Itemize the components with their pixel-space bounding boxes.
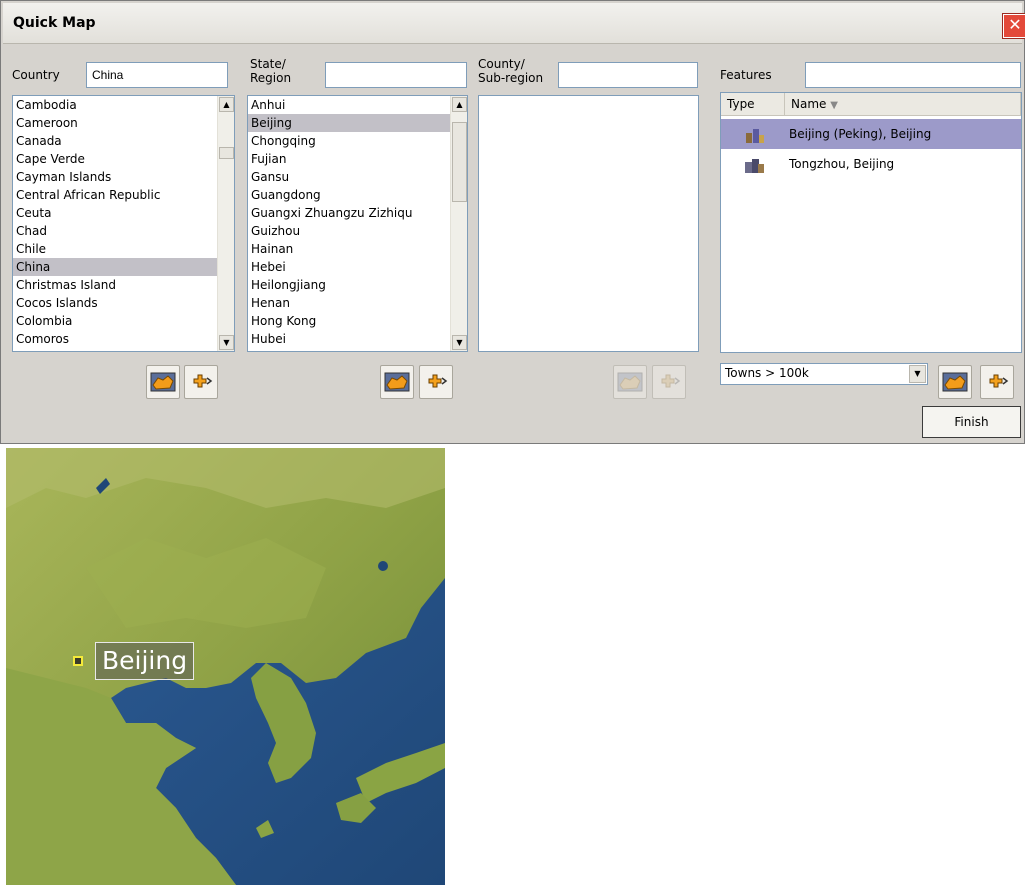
sort-desc-icon: ▼ bbox=[830, 100, 838, 111]
list-item[interactable]: Central African Republic bbox=[13, 186, 234, 204]
state-label: State/ Region bbox=[250, 57, 292, 85]
list-item[interactable]: Gansu bbox=[248, 168, 467, 186]
feature-row[interactable]: Beijing (Peking), Beijing bbox=[721, 119, 1021, 149]
map-icon bbox=[384, 372, 410, 392]
list-item[interactable]: Guangdong bbox=[248, 186, 467, 204]
country-scrollbar[interactable]: ▲ ▼ bbox=[217, 96, 234, 351]
close-icon: ✕ bbox=[1008, 15, 1022, 34]
column-type-label: Type bbox=[727, 97, 755, 111]
country-next-button[interactable] bbox=[184, 365, 218, 399]
features-label: Features bbox=[720, 68, 772, 82]
finish-button[interactable]: Finish bbox=[922, 406, 1021, 438]
list-item[interactable]: Chongqing bbox=[248, 132, 467, 150]
list-item[interactable]: Comoros bbox=[13, 330, 234, 348]
window-title: Quick Map bbox=[13, 15, 96, 31]
arrow-right-icon bbox=[661, 374, 681, 388]
feature-filter-value: Towns > 100k bbox=[725, 366, 809, 380]
list-item[interactable]: Guangxi Zhuangzu Zizhiqu bbox=[248, 204, 467, 222]
state-next-button[interactable] bbox=[419, 365, 453, 399]
state-list[interactable]: Anhui Beijing Chongqing Fujian Gansu Guangdon… bbox=[247, 95, 468, 352]
feature-row[interactable]: Tongzhou, Beijing bbox=[721, 149, 1021, 179]
feature-name: Beijing (Peking), Beijing bbox=[789, 127, 932, 141]
chevron-down-icon[interactable]: ▼ bbox=[909, 365, 926, 383]
country-list[interactable]: Cambodia Cameroon Canada Cape Verde Cayman I… bbox=[12, 95, 235, 352]
state-input[interactable] bbox=[325, 62, 467, 88]
features-show-on-map-button[interactable] bbox=[938, 365, 972, 399]
state-scrollbar[interactable]: ▲ ▼ bbox=[450, 96, 467, 351]
list-item[interactable]: Chad bbox=[13, 222, 234, 240]
column-name-header[interactable]: Name ▼ bbox=[785, 93, 1021, 115]
list-item[interactable]: Cape Verde bbox=[13, 150, 234, 168]
features-next-button[interactable] bbox=[980, 365, 1014, 399]
county-input[interactable] bbox=[558, 62, 698, 88]
feature-name: Tongzhou, Beijing bbox=[789, 157, 895, 171]
map-location-marker[interactable] bbox=[73, 656, 83, 666]
list-item[interactable]: Hubei bbox=[248, 330, 467, 348]
scroll-down-button[interactable]: ▼ bbox=[219, 335, 234, 350]
list-item[interactable]: Fujian bbox=[248, 150, 467, 168]
arrow-right-icon bbox=[428, 374, 448, 388]
scroll-down-button[interactable]: ▼ bbox=[452, 335, 467, 350]
list-item[interactable]: Hebei bbox=[248, 258, 467, 276]
list-item[interactable]: Cayman Islands bbox=[13, 168, 234, 186]
close-button[interactable]: ✕ bbox=[1003, 14, 1025, 38]
list-item[interactable]: Hong Kong bbox=[248, 312, 467, 330]
arrow-right-icon bbox=[989, 374, 1009, 388]
list-item[interactable]: China bbox=[13, 258, 234, 276]
list-item[interactable]: Colombia bbox=[13, 312, 234, 330]
column-name-label: Name bbox=[791, 97, 827, 111]
county-next-button[interactable] bbox=[652, 365, 686, 399]
scroll-up-button[interactable]: ▲ bbox=[219, 97, 234, 112]
list-item[interactable]: Cocos Islands bbox=[13, 294, 234, 312]
scroll-thumb[interactable] bbox=[452, 122, 467, 202]
feature-filter-select[interactable]: Towns > 100k ▼ bbox=[720, 363, 928, 385]
arrow-right-icon bbox=[193, 374, 213, 388]
country-input[interactable] bbox=[86, 62, 228, 88]
list-item[interactable]: Ceuta bbox=[13, 204, 234, 222]
list-item[interactable]: Guizhou bbox=[248, 222, 467, 240]
features-header: Type Name ▼ bbox=[721, 93, 1021, 116]
list-item[interactable]: Chile bbox=[13, 240, 234, 258]
terrain-map bbox=[6, 448, 445, 885]
list-item[interactable]: Christmas Island bbox=[13, 276, 234, 294]
title-bar[interactable]: Quick Map ✕ bbox=[3, 3, 1025, 44]
features-input[interactable] bbox=[805, 62, 1021, 88]
map-view[interactable]: Beijing bbox=[6, 448, 445, 885]
list-item[interactable]: Henan bbox=[248, 294, 467, 312]
scroll-thumb[interactable] bbox=[219, 147, 234, 159]
list-item[interactable]: Beijing bbox=[248, 114, 467, 132]
quick-map-dialog: Quick Map ✕ Country CambodiaCameroonCana… bbox=[0, 0, 1025, 444]
country-label: Country bbox=[12, 68, 60, 82]
map-icon bbox=[617, 372, 643, 392]
list-item[interactable]: Hainan bbox=[248, 240, 467, 258]
county-list[interactable] bbox=[478, 95, 699, 352]
list-item[interactable]: Anhui bbox=[248, 96, 467, 114]
list-item[interactable]: Heilongjiang bbox=[248, 276, 467, 294]
state-show-on-map-button[interactable] bbox=[380, 365, 414, 399]
list-item[interactable]: Canada bbox=[13, 132, 234, 150]
map-city-label: Beijing bbox=[95, 642, 195, 680]
map-icon bbox=[150, 372, 176, 392]
country-show-on-map-button[interactable] bbox=[146, 365, 180, 399]
county-show-on-map-button[interactable] bbox=[613, 365, 647, 399]
scroll-up-button[interactable]: ▲ bbox=[452, 97, 467, 112]
features-list[interactable]: Type Name ▼ Beijing (Peking), Beijing To… bbox=[720, 92, 1022, 353]
list-item[interactable]: Cambodia bbox=[13, 96, 234, 114]
map-icon bbox=[942, 372, 968, 392]
list-item[interactable]: Cameroon bbox=[13, 114, 234, 132]
county-label: County/ Sub-region bbox=[478, 57, 544, 85]
column-type-header[interactable]: Type bbox=[721, 93, 785, 115]
town-icon bbox=[743, 155, 765, 185]
